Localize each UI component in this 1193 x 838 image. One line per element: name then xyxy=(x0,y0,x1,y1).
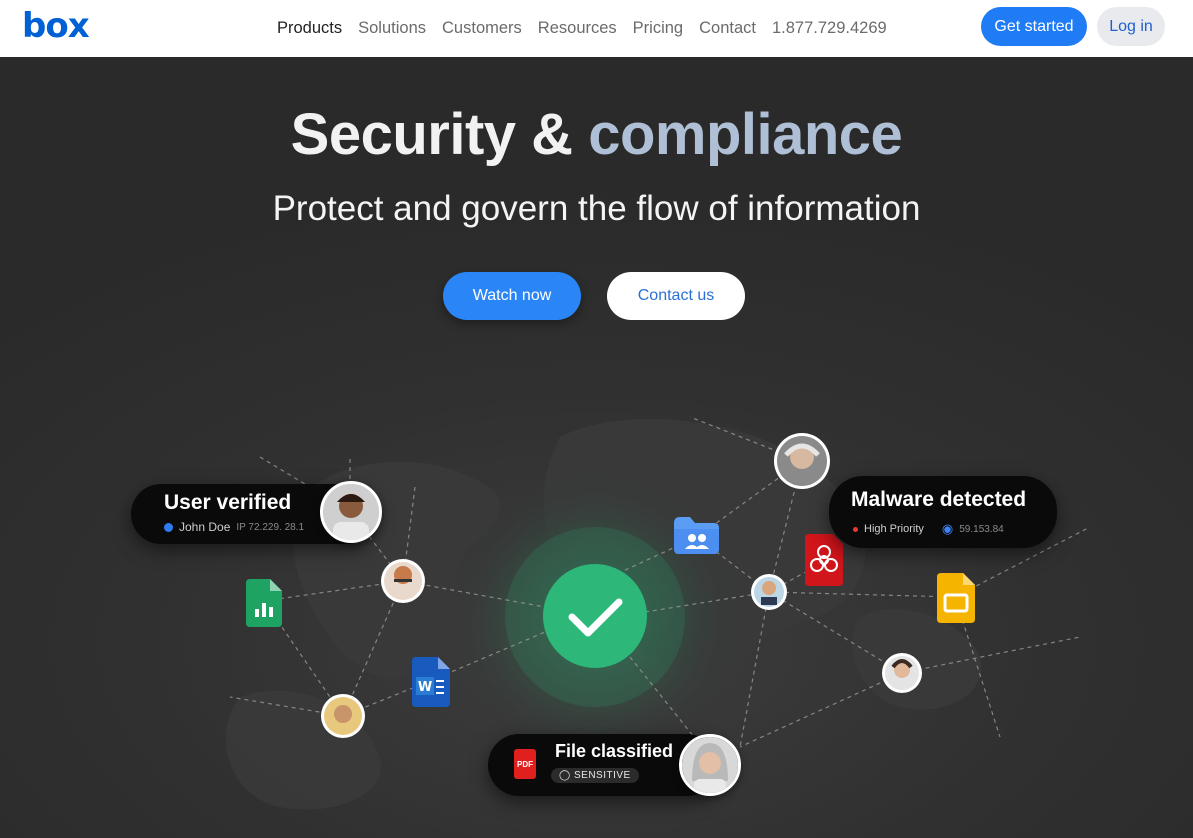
hero-subtitle: Protect and govern the flow of informati… xyxy=(272,189,921,228)
malware-detected-card: Malware detected High Priority ◉ 59.153.… xyxy=(829,476,1057,548)
file-classified-title: File classified xyxy=(555,741,674,761)
avatar-older-woman xyxy=(774,433,830,489)
user-ip: IP 72.229. 28.1 xyxy=(236,521,305,533)
person-icon xyxy=(682,737,738,793)
avatar-man-small xyxy=(751,574,787,610)
nav-pricing[interactable]: Pricing xyxy=(633,19,683,38)
priority-dot xyxy=(853,526,858,532)
slides-icon xyxy=(937,573,975,623)
contact-us-button[interactable]: Contact us xyxy=(607,272,745,320)
avatar-man-glasses xyxy=(381,559,425,603)
hero-section: W Security & compliance Protect and gove… xyxy=(0,57,1193,838)
person-icon xyxy=(323,484,379,540)
nav-solutions[interactable]: Solutions xyxy=(358,19,426,38)
nav-products[interactable]: Products xyxy=(277,19,342,38)
box-logo[interactable]: box xyxy=(22,8,90,44)
info-icon xyxy=(164,522,173,532)
word-doc-icon: W xyxy=(412,657,450,707)
malware-meta: High Priority ◉ 59.153.84 xyxy=(853,521,1004,537)
user-name: John Doe xyxy=(179,520,231,534)
malware-title: Malware detected xyxy=(851,488,1027,511)
hero-title: Security & compliance xyxy=(290,102,903,167)
nav-customers[interactable]: Customers xyxy=(442,19,522,38)
nav-resources[interactable]: Resources xyxy=(538,19,617,38)
globe-icon: ◉ xyxy=(941,521,954,536)
network-illustration: W xyxy=(225,416,1091,810)
user-verified-title: User verified xyxy=(164,491,292,514)
file-classified-meta: ◯ SENSITIVE xyxy=(551,768,639,783)
login-button[interactable]: Log in xyxy=(1097,7,1165,46)
avatar-woman-right xyxy=(882,653,922,693)
get-started-button[interactable]: Get started xyxy=(981,7,1087,46)
avatar-woman-hijab xyxy=(321,694,365,738)
main-nav: Products Solutions Customers Resources P… xyxy=(277,0,887,57)
nav-phone[interactable]: 1.877.729.4269 xyxy=(772,19,887,38)
sheets-icon xyxy=(246,579,282,627)
site-header: box Products Solutions Customers Resourc… xyxy=(0,0,1193,57)
svg-text:W: W xyxy=(418,680,432,695)
avatar-john-doe xyxy=(320,481,382,543)
user-verified-meta: John Doe IP 72.229. 28.1 xyxy=(164,520,304,534)
watch-now-button[interactable]: Watch now xyxy=(443,272,581,320)
success-check-icon xyxy=(543,564,647,668)
malware-priority: High Priority xyxy=(864,523,924,535)
biohazard-icon xyxy=(805,534,843,586)
nav-contact[interactable]: Contact xyxy=(699,19,756,38)
malware-ip: 59.153.84 xyxy=(959,523,1004,535)
sensitive-badge: ◯ SENSITIVE xyxy=(551,768,639,783)
pdf-icon: PDF xyxy=(514,749,536,779)
avatar-woman-grey-hair xyxy=(679,734,741,796)
